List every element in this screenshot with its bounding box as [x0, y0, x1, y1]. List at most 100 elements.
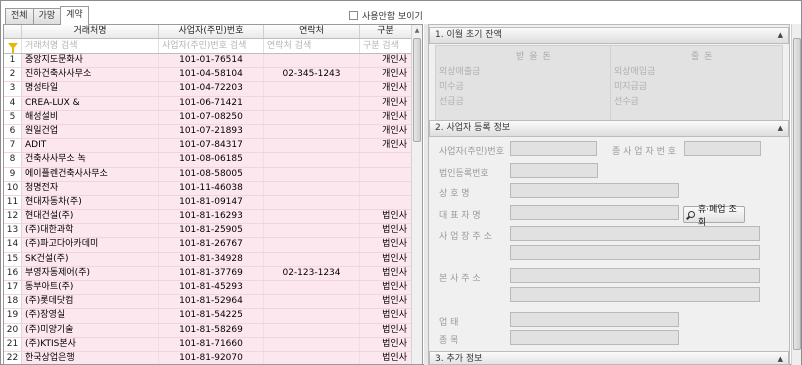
cell-contact — [264, 224, 360, 238]
cell-contact — [264, 238, 360, 252]
table-row[interactable]: 10 청명전자 101-11-46038 — [4, 181, 412, 196]
table-row[interactable]: 13 (주)대한과학 101-81-25905 법인사 — [4, 224, 412, 239]
filter-biz-number[interactable]: 사업자(주민)번호 검색 — [159, 39, 264, 53]
cell-type: 법인사 — [360, 337, 412, 351]
cell-client-name: (주)KTIS본사 — [22, 337, 159, 351]
table-row[interactable]: 8 건축사사무소 녹 101-08-06185 — [4, 153, 412, 168]
collapse-icon[interactable]: ▲ — [778, 352, 783, 364]
table-row[interactable]: 15 SK건설(주) 101-81-34928 법인사 — [4, 252, 412, 267]
hq-address-field-1[interactable] — [510, 268, 760, 283]
grid-body: 1 중앙지도문화사 101-01-76514 개인사 2 진하건축사사무소 101-04-5… — [4, 54, 412, 364]
cell-client-name: SK건설(주) — [22, 252, 159, 266]
table-row[interactable]: 5 해성설비 101-07-08250 개인사 — [4, 110, 412, 125]
section-additional-header[interactable]: 3. 추가 정보 ▲ — [429, 351, 789, 364]
cell-client-name: 한국상업은행 — [22, 351, 159, 364]
cell-contact — [264, 210, 360, 224]
header-client-name[interactable]: 거래처명 — [22, 25, 159, 38]
cell-contact — [264, 124, 360, 139]
cell-biz-number: 101-81-92070 — [159, 351, 264, 364]
cell-biz-number: 101-81-34928 — [159, 252, 264, 266]
cell-contact — [264, 54, 360, 68]
table-row[interactable]: 4 CREA-LUX & 101-06-71421 개인사 — [4, 96, 412, 111]
header-contact[interactable]: 연락처 — [264, 25, 360, 38]
cell-type: 법인사 — [360, 224, 412, 238]
collapse-icon[interactable]: ▲ — [778, 121, 783, 136]
table-row[interactable]: 12 현대건설(주) 101-81-16293 법인사 — [4, 210, 412, 225]
table-row[interactable]: 2 진하건축사사무소 101-04-58104 02-345-1243 개인사 — [4, 68, 412, 83]
table-row[interactable]: 9 에이플렌건축사사무소 101-08-58005 — [4, 167, 412, 182]
grid-scrollbar[interactable]: ▲ — [411, 25, 422, 364]
cell-type — [360, 181, 412, 195]
section-registration-title: 2. 사업자 등록 정보 — [435, 123, 511, 133]
detail-scrollbar[interactable] — [791, 24, 801, 365]
cell-client-name: 동부아트(주) — [22, 281, 159, 295]
cell-contact — [264, 96, 360, 110]
filter-type[interactable]: 구분 검색 — [360, 39, 412, 53]
cell-biz-number: 101-81-71660 — [159, 337, 264, 351]
row-number: 10 — [4, 181, 22, 195]
cell-client-name: 진하건축사사무소 — [22, 68, 159, 82]
table-row[interactable]: 19 (주)장영실 101-81-54225 법인사 — [4, 309, 412, 324]
section-registration-header[interactable]: 2. 사업자 등록 정보 ▲ — [429, 120, 789, 137]
table-row[interactable]: 16 부영자동제어(주) 101-81-37769 02-123-1234 법인사 — [4, 266, 412, 281]
corp-number-field[interactable] — [510, 163, 598, 178]
cell-contact — [264, 281, 360, 295]
tab-all[interactable]: 전체 — [5, 8, 34, 25]
table-row[interactable]: 14 (주)파고다아카데미 101-81-26767 법인사 — [4, 238, 412, 253]
window: 전체 가망 계약 사용안함 보이기 거래처명 사업자(주민)번호 연락처 구분 … — [0, 0, 802, 365]
collapse-icon[interactable]: ▲ — [778, 28, 783, 43]
row-number: 9 — [4, 167, 22, 181]
cell-type: 법인사 — [360, 309, 412, 323]
cell-type: 법인사 — [360, 252, 412, 266]
section-carryover-header[interactable]: 1. 이월 초기 잔액 ▲ — [429, 27, 789, 44]
row-number: 13 — [4, 224, 22, 238]
cell-biz-number: 101-81-52964 — [159, 295, 264, 309]
tab-contract[interactable]: 계약 — [60, 6, 89, 25]
label-corp-number: 법인등록번호 — [439, 169, 489, 179]
filter-icon[interactable] — [4, 39, 22, 53]
cell-biz-number: 101-08-58005 — [159, 167, 264, 181]
scroll-up-icon[interactable]: ▲ — [412, 25, 422, 36]
table-row[interactable]: 6 원일건업 101-07-21893 개인사 — [4, 124, 412, 140]
biz-item-field[interactable] — [510, 330, 679, 345]
label-ar: 외상매출금 — [439, 67, 481, 77]
company-name-field[interactable] — [510, 183, 679, 198]
filter-client-name[interactable]: 거래처명 검색 — [22, 39, 159, 53]
cell-client-name: 에이플렌건축사사무소 — [22, 167, 159, 181]
table-row[interactable]: 3 명성타일 101-04-72203 개인사 — [4, 82, 412, 97]
tab-prospect[interactable]: 가망 — [32, 8, 62, 25]
detail-scroll-thumb[interactable] — [793, 38, 801, 350]
label-ap: 외상매입금 — [614, 67, 656, 77]
closure-lookup-button[interactable]: 휴·폐업 조회 — [683, 205, 745, 228]
header-type[interactable]: 구분 — [360, 25, 412, 38]
table-row[interactable]: 21 (주)KTIS본사 101-81-71660 법인사 — [4, 337, 412, 352]
biz-address-field-2[interactable] — [510, 245, 760, 260]
biz-address-field-1[interactable] — [510, 226, 760, 241]
filter-contact[interactable]: 연락처 검색 — [264, 39, 360, 53]
receivable-header: 받을돈 — [516, 52, 556, 62]
table-row[interactable]: 20 (주)미양기술 101-81-58269 법인사 — [4, 323, 412, 338]
cell-client-name: 중앙지도문화사 — [22, 54, 159, 68]
table-row[interactable]: 18 (주)롯데닷컴 101-81-52964 법인사 — [4, 295, 412, 310]
row-number: 18 — [4, 295, 22, 309]
row-number: 7 — [4, 139, 22, 153]
hq-address-field-2[interactable] — [510, 287, 760, 302]
show-unused-checkbox[interactable] — [349, 11, 358, 20]
table-row[interactable]: 11 현대자동차(주) 101-81-09147 — [4, 195, 412, 211]
show-unused-toggle[interactable]: 사용안함 보이기 — [349, 9, 423, 22]
label-misc-payable: 미지급금 — [614, 82, 648, 92]
table-row[interactable]: 1 중앙지도문화사 101-01-76514 개인사 — [4, 54, 412, 69]
grid-scroll-thumb[interactable] — [413, 38, 421, 142]
header-biz-number[interactable]: 사업자(주민)번호 — [159, 25, 264, 38]
ceo-field[interactable] — [510, 205, 679, 220]
label-ceo: 대 표 자 명 — [439, 211, 481, 221]
cell-client-name: 명성타일 — [22, 82, 159, 96]
biz-number-field[interactable] — [510, 141, 597, 156]
sub-biz-number-field[interactable] — [684, 141, 761, 156]
cell-biz-number: 101-81-58269 — [159, 323, 264, 337]
biz-type-field[interactable] — [510, 312, 679, 327]
table-row[interactable]: 7 ADIT 101-07-84317 개인사 — [4, 139, 412, 154]
cell-type: 법인사 — [360, 210, 412, 224]
table-row[interactable]: 17 동부아트(주) 101-81-45293 법인사 — [4, 281, 412, 296]
table-row[interactable]: 22 한국상업은행 101-81-92070 법인사 — [4, 351, 412, 364]
